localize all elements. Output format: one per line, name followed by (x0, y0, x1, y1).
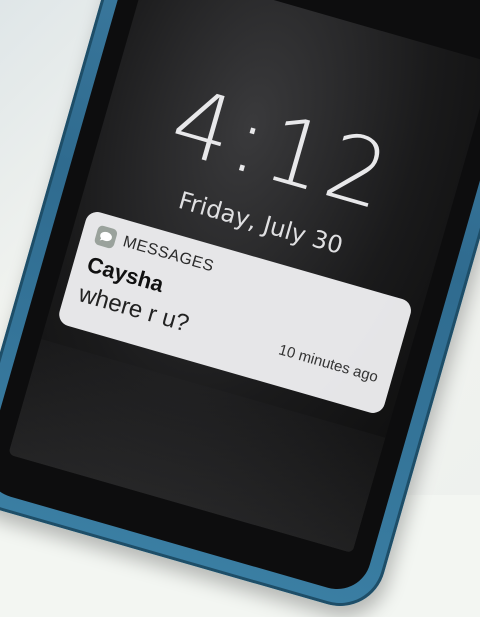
messages-icon (93, 224, 119, 250)
lock-screen[interactable]: 4:12 Friday, July 30 MESSAGES Caysha whe… (8, 0, 480, 554)
notification-time: 10 minutes ago (276, 341, 380, 386)
